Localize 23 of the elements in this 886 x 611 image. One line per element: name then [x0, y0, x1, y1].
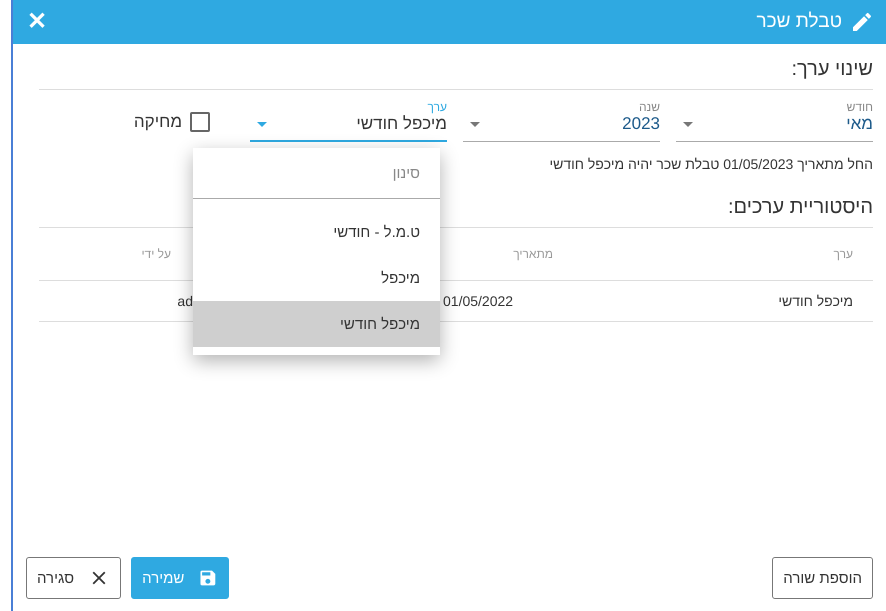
checkbox[interactable]	[190, 112, 210, 132]
select-field[interactable]: ערך מיכפל חודשי	[250, 100, 447, 142]
add-row-button[interactable]: הוספת שורה	[772, 557, 873, 599]
table-cell-text: ad	[176, 293, 194, 309]
dropdown-option[interactable]: ט.מ.ל - חודשי	[193, 209, 440, 255]
dropdown-option[interactable]: מיכפל	[193, 255, 440, 301]
select-field[interactable]: חודש מאי	[676, 100, 873, 142]
checkbox-label: מחיקה	[134, 112, 182, 132]
table-cell-text: 01/05/2022	[443, 293, 514, 309]
dropdown-option[interactable]: מיכפל חודשי	[193, 301, 440, 347]
table-cell-text: מיכפל חודשי	[777, 293, 854, 309]
window-title: טבלת שכר	[756, 11, 842, 33]
section-title: שינוי ערך:	[39, 58, 873, 90]
column-header: על ידי	[140, 247, 172, 261]
close-dialog-button[interactable]: סגירה	[26, 557, 122, 599]
info-text: החל מתאריך 01/05/2023 טבלת שכר יהיה מיכפל חודשי	[549, 156, 873, 172]
caret-icon	[470, 122, 480, 126]
column-header: מתאריך	[512, 247, 554, 261]
caret-icon	[683, 122, 693, 126]
caret-icon	[257, 122, 267, 126]
filter-field[interactable]: סינון	[193, 148, 440, 199]
pencil-icon	[850, 10, 874, 34]
column-header: ערך	[832, 247, 854, 261]
